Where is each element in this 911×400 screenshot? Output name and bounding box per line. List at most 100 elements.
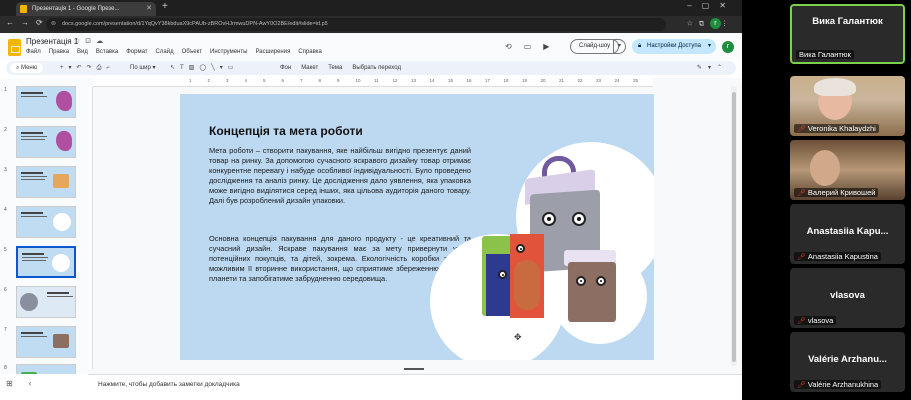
filmstrip-slide-2[interactable]: 2	[4, 126, 80, 160]
slide-thumbnail[interactable]	[16, 126, 76, 158]
collapse-filmstrip-icon[interactable]: ‹	[29, 379, 48, 388]
select-tool-icon[interactable]: ↖	[170, 65, 180, 71]
filmstrip-slide-6[interactable]: 6	[4, 286, 80, 320]
slideshow-button[interactable]: Слайд-шоу	[570, 39, 620, 54]
vertical-ruler[interactable]	[88, 87, 93, 369]
account-avatar[interactable]: г	[722, 41, 734, 53]
menu-search-button[interactable]: ⌕ Меню	[10, 63, 44, 73]
slide-thumbnail[interactable]	[16, 86, 76, 118]
speaker-notes-placeholder[interactable]: Нажмите, чтобы добавить заметки докладчи…	[98, 381, 240, 388]
participant-tile[interactable]: vlasova 🎤︎ vlasova	[790, 268, 905, 328]
slide-thumbnail[interactable]	[16, 326, 76, 358]
notes-resize-handle[interactable]	[404, 368, 424, 370]
history-icon[interactable]: ⟲	[505, 42, 524, 51]
toolbar-right-icons[interactable]: ✎▾⌃	[697, 61, 728, 75]
zoom-select[interactable]: По шир ▾	[130, 61, 156, 75]
menu-slide[interactable]: Слайд	[156, 49, 174, 55]
filmstrip-slide-5[interactable]: 5	[4, 246, 80, 280]
participant-name: 🎤︎ vlasova	[794, 316, 837, 325]
text-box-icon[interactable]: T	[180, 65, 189, 71]
slide-thumbnail-selected[interactable]	[16, 246, 76, 278]
document-title[interactable]: Презентація 1	[26, 37, 78, 46]
menu-view[interactable]: Вид	[77, 49, 88, 55]
meet-icon[interactable]: ▶	[543, 42, 561, 51]
url-field[interactable]: ⊚ docs.google.com/presentation/d/1YqQvY3…	[46, 18, 666, 31]
layout-button[interactable]: Макет	[301, 61, 318, 75]
scrollbar-thumb[interactable]	[732, 92, 736, 362]
redo-icon[interactable]: ↷	[87, 65, 97, 71]
comments-icon[interactable]: ▭	[524, 42, 544, 51]
share-button[interactable]: 🔒︎ Настройки Доступа ▾	[632, 39, 716, 54]
participant-tile[interactable]: Valérie Arzhanu... 🎤︎ Valérie Arzhanukhin…	[790, 332, 905, 392]
paint-format-icon[interactable]: ⌐	[106, 65, 115, 71]
background-button[interactable]: Фон	[280, 61, 291, 75]
print-icon[interactable]: ⎙	[97, 65, 107, 71]
browser-tab[interactable]: Презентація 1 - Google Презе... ✕	[16, 2, 156, 16]
slideshow-dropdown-icon[interactable]: ▾	[613, 39, 626, 54]
slide-paragraph-1[interactable]: Мета роботи – створити пакування, яке на…	[209, 146, 471, 207]
filmstrip-slide-4[interactable]: 4	[4, 206, 80, 240]
theme-button[interactable]: Тема	[328, 61, 342, 75]
speaker-notes[interactable]: Нажмите, чтобы добавить заметки докладчи…	[88, 374, 742, 400]
header-icons[interactable]: ⟲▭▶	[505, 42, 561, 51]
toolbar-edit-icons[interactable]: +▾↶↷⎙⌐	[60, 61, 115, 75]
zoom-label: По шир	[130, 65, 151, 71]
menu-format[interactable]: Формат	[126, 49, 147, 55]
menu-edit[interactable]: Правка	[49, 49, 69, 55]
menu-insert[interactable]: Вставка	[96, 49, 118, 55]
close-tab-icon[interactable]: ✕	[146, 2, 152, 16]
ruler-tick: 16	[466, 78, 472, 83]
menu-tools[interactable]: Инструменты	[210, 49, 247, 55]
undo-icon[interactable]: ↶	[77, 65, 87, 71]
toolbar-insert-icons[interactable]: ↖T▨◯╲▾▭	[170, 61, 238, 75]
cloud-saved-icon[interactable]: ☁	[96, 38, 108, 45]
brown-package-image[interactable]	[568, 262, 616, 322]
slide-thumbnail[interactable]	[16, 364, 76, 374]
vertical-scrollbar[interactable]	[731, 86, 737, 366]
horizontal-ruler[interactable]: 1 2 3 4 5 6 7 8 9 10 11 12 13 14 15 16 17 18 19 20 21 22 23 24 2…	[93, 78, 653, 87]
slide-title[interactable]: Концепція та мета роботи	[209, 124, 363, 138]
participant-tile[interactable]: 🎤︎ Валерий Кривошей	[790, 140, 905, 200]
line-icon[interactable]: ╲	[211, 65, 220, 71]
nav-buttons[interactable]: ←→⟳	[6, 18, 50, 27]
slide-thumbnail[interactable]	[16, 166, 76, 198]
collapse-toolbar-icon[interactable]: ⌃	[717, 65, 728, 71]
participant-tile[interactable]: Anastasiia Kapu... 🎤︎ Anastasiia Kapustin…	[790, 204, 905, 264]
slide-thumbnail[interactable]	[16, 286, 76, 318]
menu-file[interactable]: Файл	[26, 49, 41, 55]
grid-view-icon[interactable]: ⊞	[6, 379, 29, 388]
browser-avatar[interactable]: г	[710, 18, 721, 29]
participant-big-name: Вика Галантюк	[812, 16, 883, 27]
menu-help[interactable]: Справка	[298, 49, 322, 55]
filmstrip-slide-1[interactable]: 1	[4, 86, 80, 120]
menu-object[interactable]: Объект	[182, 49, 202, 55]
site-info-icon[interactable]: ⊚	[51, 18, 56, 31]
ruler-tick: 21	[559, 78, 565, 83]
move-folder-icon[interactable]: ⊡	[85, 38, 96, 45]
image-icon[interactable]: ▨	[189, 65, 200, 71]
transition-button[interactable]: Выбрать переход	[352, 61, 401, 75]
comment-icon[interactable]: ▭	[228, 65, 239, 71]
slide-paragraph-2[interactable]: Основна концепція пакування для даного п…	[209, 234, 471, 284]
address-bar-icons[interactable]: ☆⧉ г ⋮	[687, 18, 734, 29]
slide-thumbnail[interactable]	[16, 206, 76, 238]
muted-mic-icon: 🎤︎	[797, 382, 806, 389]
filmstrip-slide-8[interactable]: 8	[4, 364, 80, 374]
filmstrip-slide-7[interactable]: 7	[4, 326, 80, 360]
current-slide[interactable]: Концепція та мета роботи Мета роботи – с…	[180, 94, 654, 360]
window-controls[interactable]: –▢✕	[687, 1, 736, 10]
ruler-tick: 6	[281, 78, 285, 83]
share-dropdown-icon[interactable]: ▾	[708, 39, 711, 54]
participant-tile[interactable]: Вика Галантюк Вика Галантюк	[790, 4, 905, 64]
new-slide-icon[interactable]: +	[60, 65, 69, 71]
participant-tile[interactable]: 🎤︎ Veronika Khalaydzhi	[790, 76, 905, 136]
slides-logo-icon[interactable]	[8, 39, 21, 56]
shape-icon[interactable]: ◯	[199, 65, 211, 71]
new-tab-icon[interactable]: +	[162, 1, 168, 12]
filmstrip-controls[interactable]: ⊞‹	[6, 379, 47, 388]
menu-extensions[interactable]: Расширения	[255, 49, 290, 55]
star-icon[interactable]: ☆	[74, 38, 85, 45]
filmstrip-slide-3[interactable]: 3	[4, 166, 80, 200]
pen-icon[interactable]: ✎	[697, 65, 708, 71]
title-icons[interactable]: ☆⊡☁	[74, 37, 108, 45]
